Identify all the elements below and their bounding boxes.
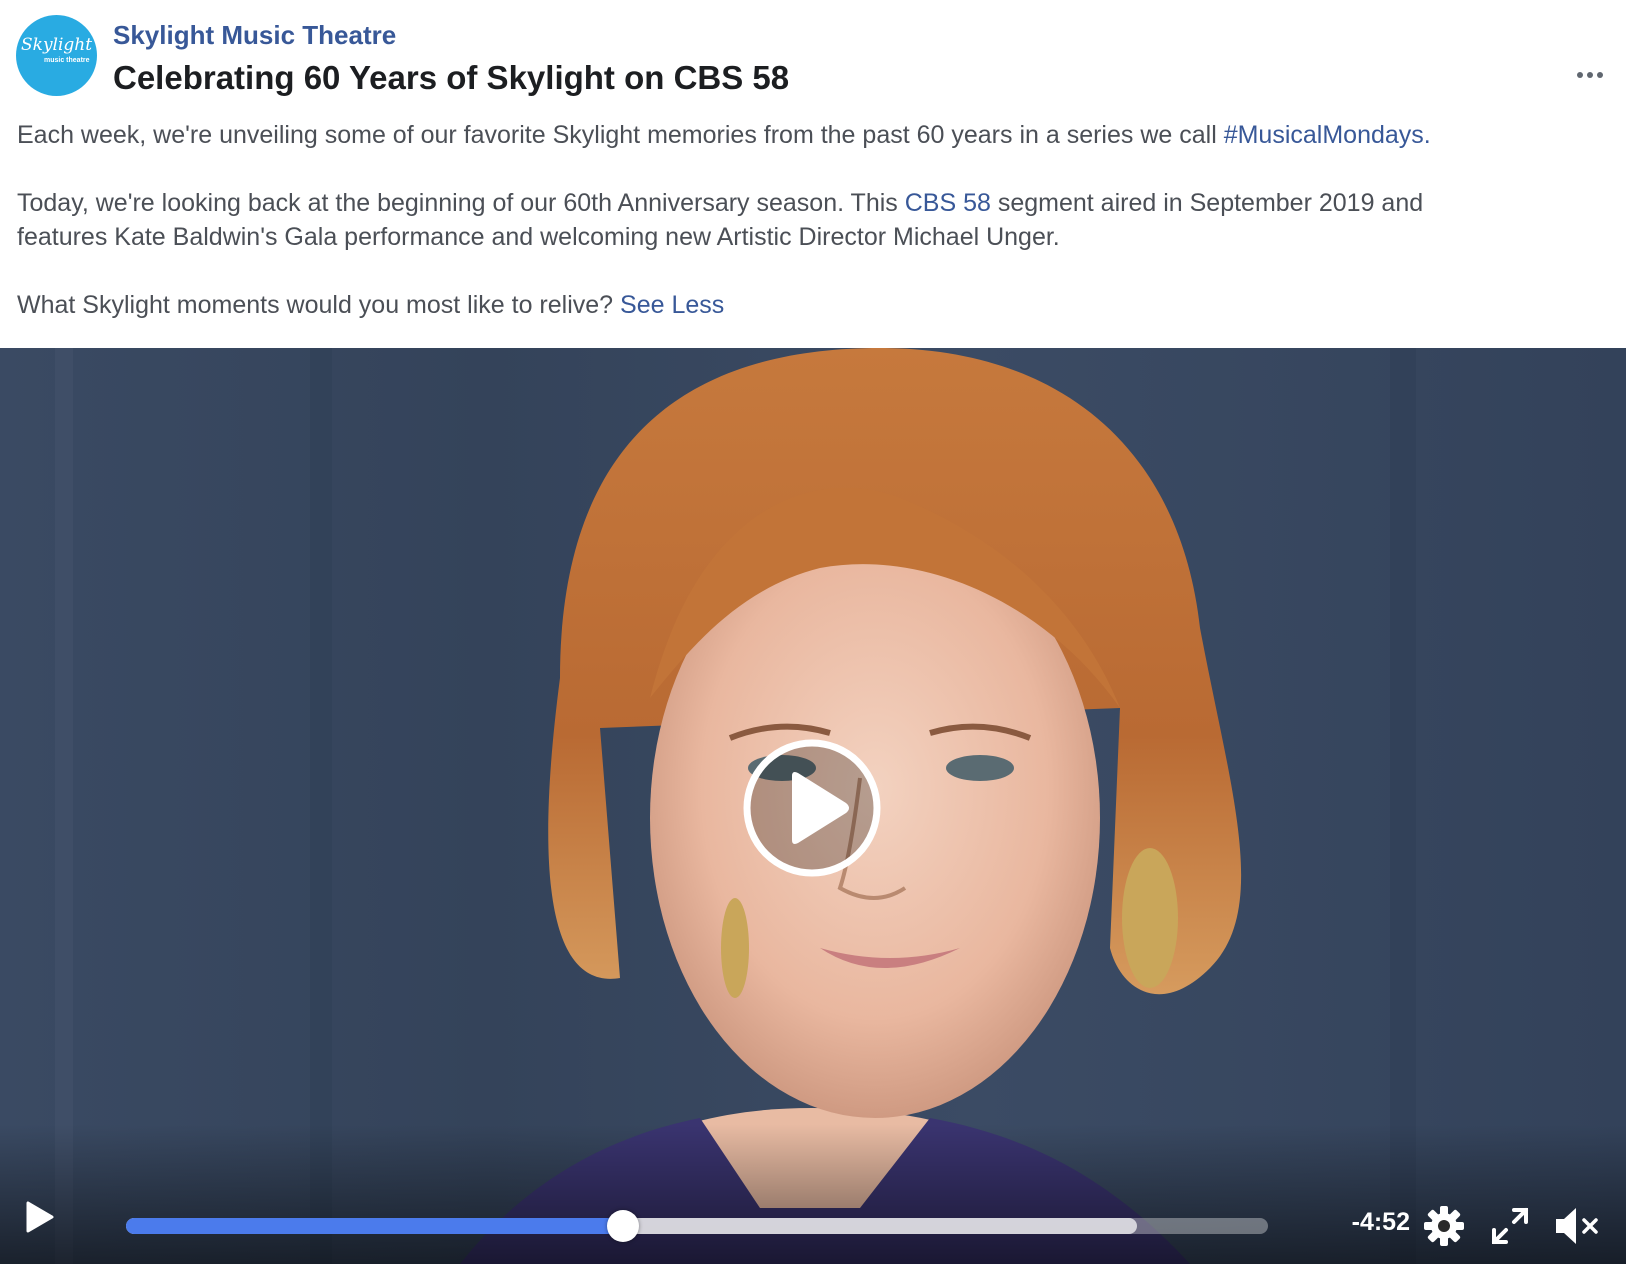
more-options-button[interactable] bbox=[1570, 60, 1610, 90]
progress-bar[interactable] bbox=[126, 1210, 1268, 1242]
page-avatar[interactable]: Skylight music theatre bbox=[16, 15, 97, 96]
played-range bbox=[126, 1218, 623, 1234]
settings-icon[interactable] bbox=[1422, 1204, 1466, 1248]
time-remaining: -4:52 bbox=[1351, 1208, 1410, 1236]
see-less-link[interactable]: See Less bbox=[620, 291, 724, 319]
volume-muted-icon[interactable] bbox=[1552, 1204, 1600, 1248]
post-title: Celebrating 60 Years of Skylight on CBS … bbox=[113, 59, 790, 96]
cbs58-link[interactable]: CBS 58 bbox=[905, 189, 991, 217]
message-paragraph-3: What Skylight moments would you most lik… bbox=[17, 291, 725, 319]
message-paragraph-1: Each week, we're unveiling some of our f… bbox=[17, 121, 1431, 149]
avatar-logo: Skylight bbox=[21, 35, 93, 55]
message-paragraph-2: Today, we're looking back at the beginni… bbox=[17, 189, 1424, 251]
hashtag-link[interactable]: #MusicalMondays bbox=[1224, 121, 1424, 149]
hashtag-period: . bbox=[1423, 121, 1431, 149]
controls-gradient bbox=[0, 1124, 1626, 1264]
video-player[interactable]: -4:52 bbox=[0, 348, 1626, 1264]
page-name-link[interactable]: Skylight Music Theatre bbox=[113, 20, 396, 51]
big-play-button[interactable] bbox=[742, 738, 882, 878]
avatar-logo-sub: music theatre bbox=[44, 57, 90, 64]
fullscreen-icon[interactable] bbox=[1488, 1204, 1532, 1248]
post-header: Skylight music theatre Skylight Music Th… bbox=[0, 0, 1626, 110]
post-message: Each week, we're unveiling some of our f… bbox=[17, 118, 1607, 322]
scrubber-handle[interactable] bbox=[606, 1210, 639, 1242]
play-icon[interactable] bbox=[22, 1200, 56, 1234]
more-icon bbox=[1577, 72, 1583, 78]
